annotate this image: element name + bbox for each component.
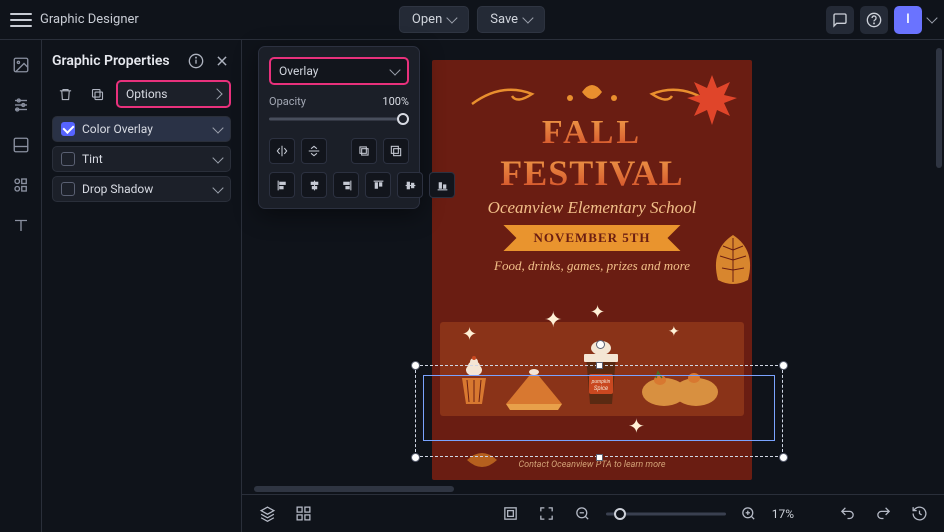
sparkle-icon: ✦: [544, 308, 562, 333]
resize-handle[interactable]: [779, 361, 788, 370]
adjust-icon[interactable]: [10, 94, 32, 116]
zoom-out-icon[interactable]: [570, 501, 596, 527]
scrollbar-horizontal[interactable]: [242, 484, 934, 494]
checkbox-icon[interactable]: [61, 182, 75, 196]
fit-icon[interactable]: [498, 501, 524, 527]
leaf-icon: [708, 230, 752, 290]
resize-handle[interactable]: [779, 453, 788, 462]
layers-icon[interactable]: [254, 501, 280, 527]
avatar[interactable]: I: [894, 6, 922, 34]
resize-handle[interactable]: [411, 361, 420, 370]
prop-color-overlay[interactable]: Color Overlay: [52, 116, 231, 142]
undo-icon[interactable]: [834, 501, 860, 527]
zoom-slider[interactable]: [606, 507, 726, 521]
flip-v-icon[interactable]: [301, 138, 327, 164]
align-top-icon[interactable]: [365, 172, 391, 198]
info-icon[interactable]: [187, 52, 205, 70]
sparkle-icon: ✦: [462, 324, 477, 345]
zoom-in-icon[interactable]: [736, 501, 762, 527]
align-center-h-icon[interactable]: [301, 172, 327, 198]
align-left-icon[interactable]: [269, 172, 295, 198]
app-title: Graphic Designer: [40, 12, 139, 27]
open-button[interactable]: Open: [399, 6, 469, 33]
account-chevron-icon[interactable]: [926, 12, 937, 23]
comment-icon[interactable]: [826, 6, 854, 34]
redo-icon[interactable]: [870, 501, 896, 527]
poster-title-2: FESTIVAL: [432, 152, 752, 194]
image-icon[interactable]: [10, 54, 32, 76]
text-icon[interactable]: [10, 214, 32, 236]
flip-h-icon[interactable]: [269, 138, 295, 164]
duplicate-icon[interactable]: [84, 81, 110, 107]
prop-tint[interactable]: Tint: [52, 146, 231, 172]
checkbox-checked-icon[interactable]: [61, 122, 75, 136]
maple-leaf-icon: [682, 70, 742, 130]
poster-footer: Contact Oceanview PTA to learn more: [432, 460, 752, 470]
rotate-handle[interactable]: [596, 340, 605, 349]
copy-icon[interactable]: [351, 138, 377, 164]
save-button[interactable]: Save: [477, 6, 545, 33]
help-icon[interactable]: [860, 6, 888, 34]
sparkle-icon: ✦: [590, 302, 605, 323]
resize-handle[interactable]: [596, 362, 603, 369]
panel-title: Graphic Properties: [52, 53, 179, 69]
blend-mode-select[interactable]: Overlay: [269, 57, 409, 85]
align-center-v-icon[interactable]: [397, 172, 423, 198]
menu-icon[interactable]: [10, 9, 32, 31]
options-dropdown[interactable]: Options: [116, 80, 231, 108]
resize-handle[interactable]: [596, 454, 603, 461]
mask-icon[interactable]: [383, 138, 409, 164]
properties-panel: Graphic Properties Options Color Overlay…: [42, 40, 242, 532]
resize-handle[interactable]: [411, 453, 420, 462]
prop-drop-shadow[interactable]: Drop Shadow: [52, 176, 231, 202]
grid-icon[interactable]: [290, 501, 316, 527]
poster-tagline: Food, drinks, games, prizes and more: [432, 258, 752, 274]
overlay-panel: Overlay Opacity 100%: [258, 46, 420, 209]
delete-icon[interactable]: [52, 81, 78, 107]
poster-subtitle: Oceanview Elementary School: [432, 198, 752, 218]
scrollbar-vertical[interactable]: [934, 40, 944, 494]
history-icon[interactable]: [906, 501, 932, 527]
align-bottom-icon[interactable]: [429, 172, 455, 198]
checkbox-icon[interactable]: [61, 152, 75, 166]
left-rail: [0, 40, 42, 532]
align-right-icon[interactable]: [333, 172, 359, 198]
opacity-slider[interactable]: [269, 112, 409, 126]
sparkle-icon: ✦: [668, 324, 680, 340]
opacity-label: Opacity: [269, 95, 306, 108]
zoom-value: 17%: [772, 507, 794, 521]
poster-date-ribbon: NOVEMBER 5TH: [517, 225, 666, 251]
opacity-value: 100%: [382, 95, 409, 108]
bottom-bar: 17%: [242, 494, 944, 532]
shapes-icon[interactable]: [10, 174, 32, 196]
layout-icon[interactable]: [10, 134, 32, 156]
selection-inner[interactable]: [423, 375, 775, 441]
fullscreen-icon[interactable]: [534, 501, 560, 527]
top-bar: Graphic Designer Open Save I: [0, 0, 944, 40]
close-icon[interactable]: [213, 52, 231, 70]
